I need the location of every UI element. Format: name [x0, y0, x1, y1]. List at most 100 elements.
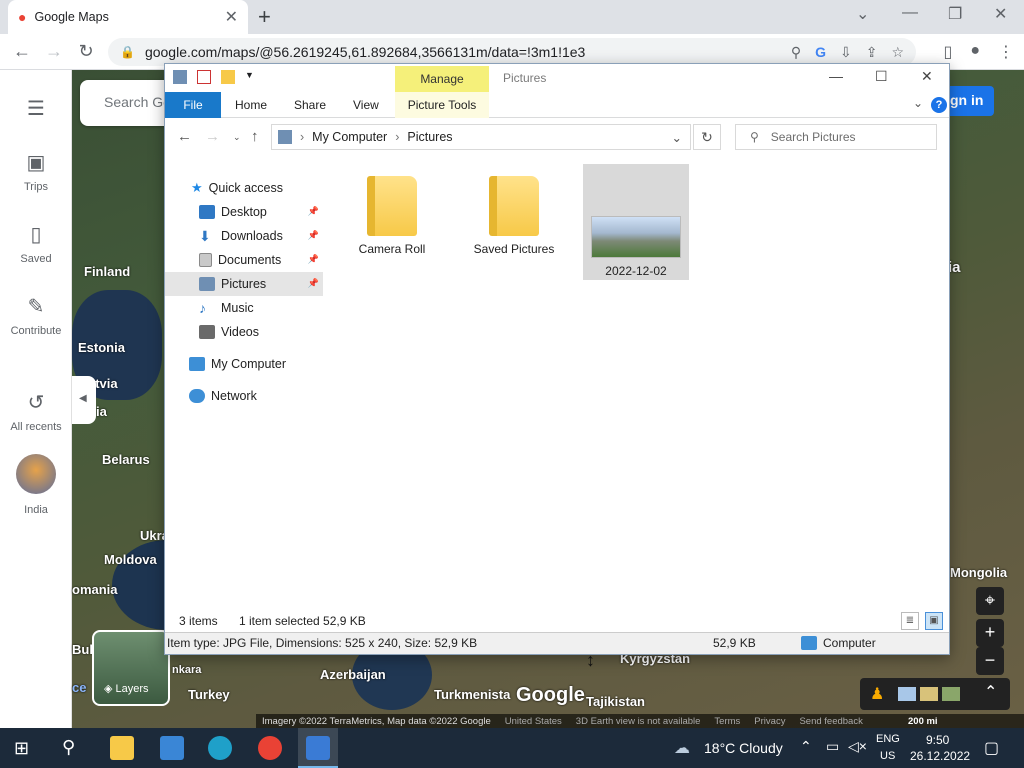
bookmark-star-icon[interactable]: ☆	[891, 44, 904, 61]
nav-item-my-computer[interactable]: My Computer	[165, 352, 323, 376]
terms-link[interactable]: Terms	[714, 716, 740, 727]
zoom-in-button[interactable]: +	[976, 619, 1004, 647]
file-item-2022-12-02[interactable]: 2022-12-02	[583, 164, 689, 280]
refresh-button[interactable]: ↻	[693, 124, 721, 150]
sidebar-item-india[interactable]: India	[0, 454, 72, 516]
nav-item-quick-access[interactable]: ★ Quick access	[165, 176, 323, 200]
country-link[interactable]: United States	[505, 716, 562, 727]
help-icon[interactable]: ?	[931, 97, 947, 113]
customize-qat-icon[interactable]: ▼	[245, 70, 254, 84]
photos-taskbar-icon[interactable]	[306, 736, 330, 760]
pin-icon[interactable]: 📌	[308, 254, 319, 265]
new-folder-icon[interactable]	[221, 70, 235, 84]
tab-share[interactable]: Share	[294, 92, 326, 118]
file-item-saved-pictures[interactable]: Saved Pictures	[461, 164, 567, 280]
zoom-out-button[interactable]: −	[976, 647, 1004, 675]
profile-icon[interactable]: ●	[970, 42, 980, 62]
nav-item-downloads[interactable]: ⬇ Downloads 📌	[165, 224, 323, 248]
menu-icon[interactable]: ⋮	[998, 42, 1014, 62]
edge-taskbar-icon[interactable]	[208, 736, 232, 760]
restore-button[interactable]: ❐	[948, 4, 962, 24]
expand-ribbon-icon[interactable]: ⌄	[913, 96, 923, 110]
map-label: Mongolia	[950, 565, 1008, 580]
network-tray-icon[interactable]: ▭	[826, 738, 839, 768]
reload-button[interactable]: ↻	[70, 41, 102, 62]
tab-picture-tools[interactable]: Picture Tools	[395, 92, 489, 118]
pin-icon[interactable]: 📌	[308, 206, 319, 217]
tray-chevron-icon[interactable]: ⌃	[800, 738, 812, 768]
satellite-thumbnail-icon[interactable]	[942, 687, 960, 701]
layers-button[interactable]: ◈ Layers	[92, 630, 170, 706]
navigation-pane: ★ Quick access Desktop 📌 ⬇ Downloads 📌 D…	[165, 170, 323, 610]
explorer-maximize-button[interactable]: ☐	[875, 68, 888, 85]
explorer-forward-button[interactable]: →	[205, 128, 220, 145]
globe-thumbnail-icon[interactable]	[898, 687, 916, 701]
close-window-button[interactable]: ✕	[994, 4, 1007, 24]
clock-date[interactable]: 26.12.2022	[910, 749, 970, 768]
my-location-button[interactable]: ⌖	[976, 587, 1004, 615]
file-item-camera-roll[interactable]: Camera Roll	[339, 164, 445, 280]
properties-icon[interactable]	[197, 70, 211, 84]
nav-item-videos[interactable]: Videos	[165, 320, 323, 344]
large-icons-view-icon[interactable]: ▣	[925, 612, 943, 630]
address-dropdown-icon[interactable]: ⌄	[672, 130, 682, 145]
breadcrumb-pictures[interactable]: Pictures	[407, 130, 452, 144]
nav-item-music[interactable]: ♪ Music	[165, 296, 323, 320]
breadcrumb-my-computer[interactable]: My Computer	[312, 130, 387, 144]
tab-manage[interactable]: Manage	[395, 66, 489, 92]
share-icon[interactable]: ⇪	[866, 44, 878, 61]
pin-icon[interactable]: 📌	[308, 278, 319, 289]
store-taskbar-icon[interactable]	[160, 736, 184, 760]
sidebar-item-saved[interactable]: ▯ Saved	[0, 222, 72, 265]
close-tab-icon[interactable]: ✕	[225, 7, 238, 27]
notifications-icon[interactable]: ▢	[984, 738, 999, 768]
pin-icon[interactable]: 📌	[308, 230, 319, 241]
google-lens-icon[interactable]: G	[815, 44, 826, 61]
explorer-back-button[interactable]: ←	[177, 128, 192, 145]
tab-search-icon[interactable]: ⌄	[856, 4, 869, 24]
minimize-button[interactable]: —	[902, 4, 918, 22]
windows-start-icon[interactable]: ⊞	[14, 738, 29, 759]
pegman-icon[interactable]: ♟	[870, 684, 884, 704]
sidebar-item-recents[interactable]: ↺ All recents	[0, 390, 72, 433]
search-icon[interactable]: ⚲	[62, 737, 75, 758]
file-explorer-taskbar-icon[interactable]	[110, 736, 134, 760]
browser-tab[interactable]: ● Google Maps ✕	[8, 0, 248, 34]
nav-item-desktop[interactable]: Desktop 📌	[165, 200, 323, 224]
nav-label: Network	[211, 389, 257, 403]
explorer-close-button[interactable]: ✕	[921, 68, 933, 85]
collapse-panel-button[interactable]: ◀	[72, 376, 96, 424]
forward-button[interactable]: →	[38, 41, 70, 62]
new-tab-button[interactable]: +	[258, 4, 271, 30]
nav-item-pictures[interactable]: Pictures 📌	[165, 272, 323, 296]
maps-menu-icon[interactable]: ☰	[0, 96, 72, 127]
address-bar[interactable]: 🔒 google.com/maps/@56.2619245,61.892684,…	[108, 38, 916, 66]
lock-icon[interactable]: 🔒	[120, 45, 135, 59]
terrain-thumbnail-icon[interactable]	[920, 687, 938, 701]
scale-bar[interactable]: 200 mi	[908, 716, 938, 727]
expand-up-icon[interactable]: ⌃	[984, 682, 997, 702]
explorer-minimize-button[interactable]: —	[829, 68, 843, 84]
nav-item-network[interactable]: Network	[165, 384, 323, 408]
sidebar-item-contribute[interactable]: ✎ Contribute	[0, 294, 72, 337]
chrome-taskbar-icon[interactable]	[258, 736, 282, 760]
up-button[interactable]: ↑	[251, 128, 259, 145]
tab-view[interactable]: View	[353, 92, 379, 118]
tab-home[interactable]: Home	[235, 92, 267, 118]
nav-item-documents[interactable]: Documents 📌	[165, 248, 323, 272]
search-pictures-input[interactable]: ⚲ Search Pictures	[735, 124, 937, 150]
feedback-link[interactable]: Send feedback	[799, 716, 862, 727]
privacy-link[interactable]: Privacy	[754, 716, 785, 727]
details-view-icon[interactable]: ≣	[901, 612, 919, 630]
sidebar-item-trips[interactable]: ▣ Trips	[0, 150, 72, 193]
volume-muted-icon[interactable]: ◁×	[848, 738, 867, 768]
recent-locations-icon[interactable]: ⌄	[233, 132, 241, 143]
side-panel-icon[interactable]: ▯	[944, 42, 953, 62]
back-button[interactable]: ←	[6, 41, 38, 62]
weather-text[interactable]: 18°C Cloudy	[704, 740, 783, 768]
explorer-address-bar[interactable]: › My Computer › Pictures ⌄	[271, 124, 691, 150]
tab-file[interactable]: File	[165, 92, 221, 118]
language-bottom[interactable]: US	[880, 750, 895, 768]
location-icon[interactable]: ⚲	[791, 44, 801, 61]
install-icon[interactable]: ⇩	[840, 44, 852, 61]
